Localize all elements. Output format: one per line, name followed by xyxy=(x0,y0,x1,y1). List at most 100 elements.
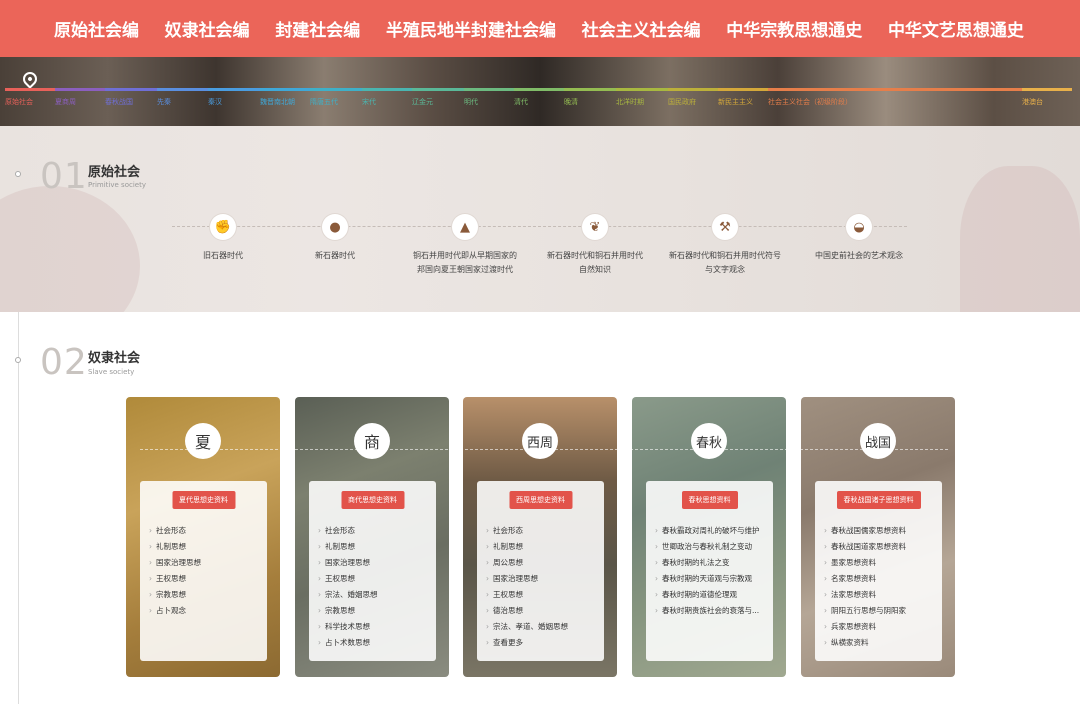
topic-link[interactable]: 周公思想 xyxy=(486,555,568,571)
topic-link[interactable]: 国家治理思想 xyxy=(149,555,201,571)
topic-link[interactable]: 宗法、孝道、婚姻思想 xyxy=(486,619,568,635)
topic-link[interactable]: 占卜观念 xyxy=(149,603,201,619)
timeline-item[interactable]: 魏晋南北朝 xyxy=(260,97,295,107)
topic-link[interactable]: 春秋时期的天道观与宗教观 xyxy=(655,571,760,587)
timeline-item[interactable]: 隋唐五代 xyxy=(310,97,338,107)
era-item[interactable]: ▲ 铜石并用时代即从早期国家的 邦国向夏王朝国家过渡时代 xyxy=(400,214,530,277)
topic-link[interactable]: 春秋时期的道德伦理观 xyxy=(655,587,760,603)
dynasty-card[interactable]: 夏夏代思想史资料社会形态礼制思想国家治理思想王权思想宗教思想占卜观念 xyxy=(126,397,280,677)
era-label[interactable]: 新石器时代 xyxy=(270,249,400,263)
materials-button[interactable]: 商代思想史资料 xyxy=(341,491,404,509)
topic-link[interactable]: 春秋战国儒家思想资料 xyxy=(824,523,906,539)
topic-link[interactable]: 礼制思想 xyxy=(318,539,378,555)
topic-link[interactable]: 墨家思想资料 xyxy=(824,555,906,571)
timeline-segment xyxy=(668,88,718,91)
topic-link[interactable]: 王权思想 xyxy=(486,587,568,603)
nav-item-1[interactable]: 奴隶社会编 xyxy=(165,16,250,41)
section-marker xyxy=(15,357,21,363)
topic-link[interactable]: 春秋霸政对周礼的破坏与维护 xyxy=(655,523,760,539)
timeline-item[interactable]: 夏商周 xyxy=(55,97,76,107)
timeline-item[interactable]: 国民政府 xyxy=(668,97,696,107)
axe-icon: ⚒ xyxy=(712,214,738,240)
topic-link[interactable]: 世卿政治与春秋礼制之变动 xyxy=(655,539,760,555)
section-title: 原始社会 xyxy=(88,165,141,180)
view-more-link[interactable]: 查看更多 xyxy=(486,635,568,651)
topic-link[interactable]: 春秋时期贵族社会的衰落与... xyxy=(655,603,760,619)
topic-link[interactable]: 社会形态 xyxy=(486,523,568,539)
timeline-segment xyxy=(412,88,464,91)
dynasty-badge: 商 xyxy=(354,423,390,459)
timeline-item[interactable]: 先秦 xyxy=(157,97,171,107)
nav-item-2[interactable]: 封建社会编 xyxy=(275,16,360,41)
timeline-segment xyxy=(362,88,412,91)
topic-link[interactable]: 宗法、婚姻思想 xyxy=(318,587,378,603)
topic-link[interactable]: 纵横家资料 xyxy=(824,635,906,651)
materials-button[interactable]: 夏代思想史资料 xyxy=(172,491,235,509)
timeline-item[interactable]: 明代 xyxy=(464,97,478,107)
timeline-item[interactable]: 北洋时期 xyxy=(616,97,644,107)
era-item[interactable]: ✊ 旧石器时代 xyxy=(158,214,288,263)
topic-link[interactable]: 礼制思想 xyxy=(149,539,201,555)
era-label[interactable]: 中国史前社会的艺术观念 xyxy=(794,249,924,263)
topic-link[interactable]: 春秋战国道家思想资料 xyxy=(824,539,906,555)
topic-link[interactable]: 春秋时期的礼法之变 xyxy=(655,555,760,571)
nav-item-4[interactable]: 社会主义社会编 xyxy=(582,16,701,41)
era-item[interactable]: ◒ 中国史前社会的艺术观念 xyxy=(794,214,924,263)
topic-link[interactable]: 礼制思想 xyxy=(486,539,568,555)
timeline-segment xyxy=(514,88,564,91)
era-label[interactable]: 新石器时代和铜石并用时代 自然知识 xyxy=(530,249,660,277)
timeline-item[interactable]: 晚清 xyxy=(564,97,578,107)
era-label[interactable]: 旧石器时代 xyxy=(158,249,288,263)
nav-item-3[interactable]: 半殖民地半封建社会编 xyxy=(386,16,556,41)
topic-list: 春秋战国儒家思想资料春秋战国道家思想资料墨家思想资料名家思想资料法家思想资料阴阳… xyxy=(824,523,906,651)
card-panel: 春秋思想资料春秋霸政对周礼的破坏与维护世卿政治与春秋礼制之变动春秋时期的礼法之变… xyxy=(646,481,773,661)
topic-link[interactable]: 王权思想 xyxy=(318,571,378,587)
timeline-item[interactable]: 春秋战国 xyxy=(105,97,133,107)
materials-button[interactable]: 春秋战国诸子思想资料 xyxy=(836,491,921,509)
materials-button[interactable]: 西周思想史资料 xyxy=(509,491,572,509)
topic-link[interactable]: 德治思想 xyxy=(486,603,568,619)
era-item[interactable]: ❦ 新石器时代和铜石并用时代 自然知识 xyxy=(530,214,660,277)
top-navigation: 原始社会编 奴隶社会编 封建社会编 半殖民地半封建社会编 社会主义社会编 中华宗教思想通史… xyxy=(0,0,1080,57)
timeline-item[interactable]: 新民主主义 xyxy=(718,97,753,107)
era-timeline: 原始社会 夏商周 春秋战国 先秦 秦汉 魏晋南北朝 隋唐五代 宋代 辽金元 明代 清代 晚清 北洋时期 国… xyxy=(0,57,1080,126)
topic-link[interactable]: 法家思想资料 xyxy=(824,587,906,603)
topic-link[interactable]: 阴阳五行思想与阴阳家 xyxy=(824,603,906,619)
topic-link[interactable]: 王权思想 xyxy=(149,571,201,587)
era-item[interactable]: ● 新石器时代 xyxy=(270,214,400,263)
timeline-item[interactable]: 清代 xyxy=(514,97,528,107)
timeline-item[interactable]: 港澳台 xyxy=(1022,97,1043,107)
topic-link[interactable]: 国家治理思想 xyxy=(318,555,378,571)
topic-link[interactable]: 名家思想资料 xyxy=(824,571,906,587)
topic-link[interactable]: 科学技术思想 xyxy=(318,619,378,635)
nav-item-6[interactable]: 中华文艺思想通史 xyxy=(888,16,1024,41)
nav-item-5[interactable]: 中华宗教思想通史 xyxy=(726,16,862,41)
nav-item-0[interactable]: 原始社会编 xyxy=(54,16,139,41)
dynasty-card[interactable]: 西周西周思想史资料社会形态礼制思想周公思想国家治理思想王权思想德治思想宗法、孝道… xyxy=(463,397,617,677)
section-number: 02 xyxy=(40,342,88,383)
topic-link[interactable]: 社会形态 xyxy=(149,523,201,539)
timeline-segment xyxy=(616,88,668,91)
timeline-segment xyxy=(310,88,362,91)
dynasty-badge: 春秋 xyxy=(691,423,727,459)
timeline-segment xyxy=(464,88,514,91)
topic-link[interactable]: 兵家思想资料 xyxy=(824,619,906,635)
topic-link[interactable]: 占卜术数思想 xyxy=(318,635,378,651)
timeline-item[interactable]: 辽金元 xyxy=(412,97,433,107)
topic-link[interactable]: 社会形态 xyxy=(318,523,378,539)
timeline-item[interactable]: 宋代 xyxy=(362,97,376,107)
era-item[interactable]: ⚒ 新石器时代和铜石并用时代符号 与文字观念 xyxy=(660,214,790,277)
timeline-item[interactable]: 社会主义社会（初级阶段） xyxy=(768,97,852,107)
dynasty-card[interactable]: 商商代思想史资料社会形态礼制思想国家治理思想王权思想宗法、婚姻思想宗教思想科学技… xyxy=(295,397,449,677)
topic-link[interactable]: 宗教思想 xyxy=(149,587,201,603)
topic-link[interactable]: 国家治理思想 xyxy=(486,571,568,587)
timeline-item[interactable]: 原始社会 xyxy=(5,97,33,107)
era-label[interactable]: 新石器时代和铜石并用时代符号 与文字观念 xyxy=(660,249,790,277)
era-label[interactable]: 铜石并用时代即从早期国家的 邦国向夏王朝国家过渡时代 xyxy=(400,249,530,277)
topic-link[interactable]: 宗教思想 xyxy=(318,603,378,619)
dynasty-card[interactable]: 春秋春秋思想资料春秋霸政对周礼的破坏与维护世卿政治与春秋礼制之变动春秋时期的礼法… xyxy=(632,397,786,677)
dynasty-card[interactable]: 战国春秋战国诸子思想资料春秋战国儒家思想资料春秋战国道家思想资料墨家思想资料名家… xyxy=(801,397,955,677)
timeline-item[interactable]: 秦汉 xyxy=(208,97,222,107)
timeline-segment xyxy=(1022,88,1072,91)
materials-button[interactable]: 春秋思想资料 xyxy=(681,491,738,509)
